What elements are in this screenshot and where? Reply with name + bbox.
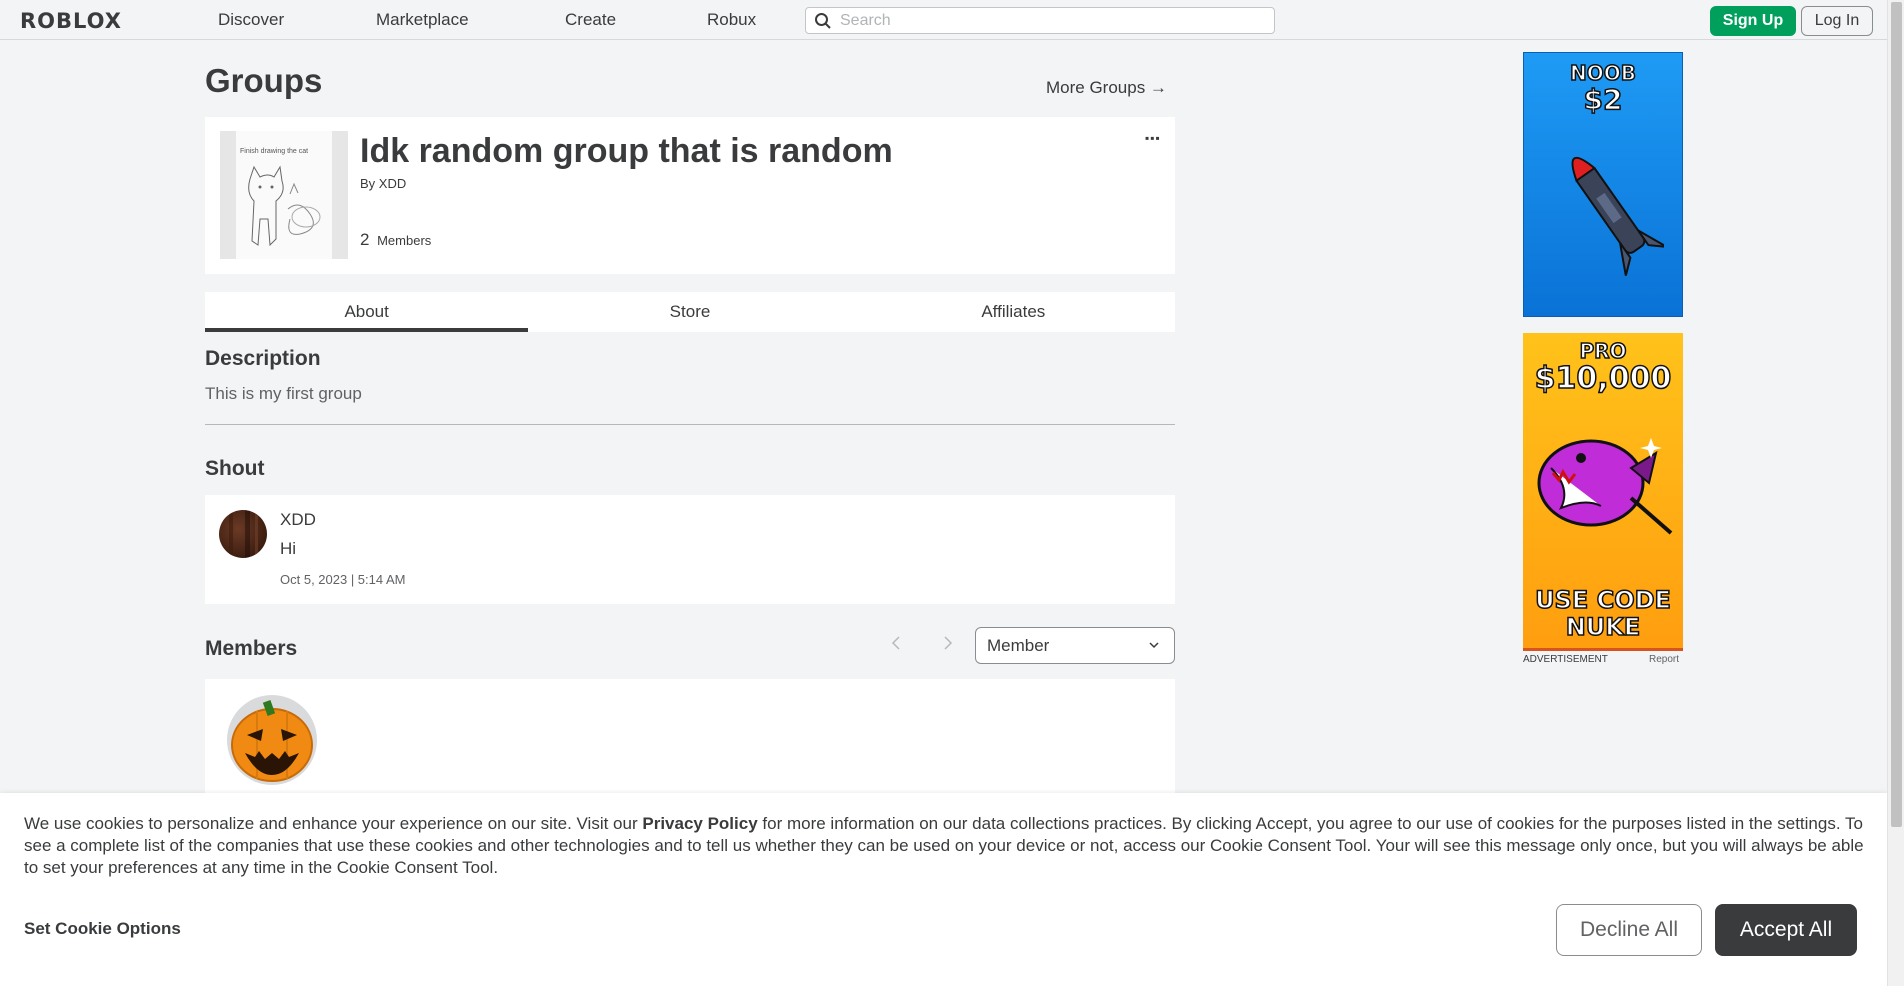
set-cookie-options-link[interactable]: Set Cookie Options [24, 919, 181, 939]
ad-report-link[interactable]: Report [1649, 654, 1679, 665]
cat-sketch-icon [248, 165, 321, 247]
shout-message: Hi [280, 539, 297, 558]
tab-affiliates[interactable]: Affiliates [852, 292, 1175, 332]
description-heading: Description [205, 347, 321, 370]
pumpkin-avatar-icon [231, 700, 313, 782]
shout-heading: Shout [205, 457, 265, 480]
description-text: This is my first group [205, 384, 362, 403]
sign-up-button[interactable]: Sign Up [1710, 6, 1796, 36]
page-title: Groups [205, 62, 323, 99]
group-tabs: About Store Affiliates [205, 292, 1175, 332]
cookie-message: We use cookies to personalize and enhanc… [24, 813, 1869, 879]
group-by-prefix: By [360, 176, 376, 191]
scrollbar-thumb[interactable] [1891, 2, 1902, 827]
search-input[interactable] [840, 11, 1260, 30]
accept-all-button[interactable]: Accept All [1715, 904, 1857, 956]
shout-username[interactable]: XDD [280, 510, 316, 530]
members-list [205, 679, 1175, 799]
ad2-price: $10,000 [1534, 360, 1672, 397]
search-box [805, 7, 1275, 34]
role-select-dropdown[interactable]: Member [975, 627, 1175, 664]
chevron-down-icon [1149, 642, 1159, 649]
search-icon [815, 12, 831, 29]
advertisement-noob[interactable]: NOOB $2 [1523, 52, 1683, 317]
ad2-code-line: USE CODE [1534, 585, 1671, 615]
chevron-left-icon [891, 636, 900, 650]
shout-card: XDD Hi Oct 5, 2023 | 5:14 AM [205, 495, 1175, 604]
more-options-icon[interactable]: ▪▪▪ [1145, 131, 1161, 145]
advertisement-label: ADVERTISEMENT [1523, 654, 1608, 665]
member-count-label: Members [377, 233, 432, 248]
advertisement-pro[interactable]: PRO $10,000 USE CODE NUKE [1523, 333, 1683, 651]
nav-create[interactable]: Create [565, 10, 616, 30]
group-emblem: Finish drawing the cat [220, 131, 348, 259]
cookie-consent-banner: We use cookies to personalize and enhanc… [0, 793, 1887, 986]
member-count-number: 2 [360, 230, 370, 249]
tab-about[interactable]: About [205, 292, 529, 332]
privacy-policy-link[interactable]: Privacy Policy [642, 814, 757, 833]
decline-all-button[interactable]: Decline All [1556, 904, 1702, 956]
members-next-page-button[interactable] [936, 631, 960, 655]
group-member-count: 2 Members [360, 230, 431, 250]
section-divider [205, 424, 1175, 425]
rocket-icon [1571, 156, 1664, 276]
shout-avatar[interactable] [219, 510, 267, 558]
more-groups-link[interactable]: More Groups → [1046, 78, 1167, 98]
roblox-logo[interactable]: ROBLOX [20, 9, 122, 33]
chevron-right-icon [944, 636, 953, 650]
log-in-button[interactable]: Log In [1801, 6, 1873, 36]
ad2-code: NUKE [1565, 612, 1641, 642]
ad1-price: $2 [1583, 82, 1623, 117]
ad2-title: PRO [1579, 338, 1628, 364]
group-name: Idk random group that is random [360, 132, 893, 170]
shark-missile-icon [1537, 438, 1673, 535]
nav-robux[interactable]: Robux [707, 10, 756, 30]
cookie-text-before: We use cookies to personalize and enhanc… [24, 814, 643, 833]
role-select-value: Member [987, 635, 1050, 655]
group-emblem-caption: Finish drawing the cat [240, 148, 309, 155]
tab-store[interactable]: Store [528, 292, 851, 332]
members-prev-page-button[interactable] [884, 631, 908, 655]
page-scrollbar[interactable] [1887, 0, 1904, 986]
shout-timestamp: Oct 5, 2023 | 5:14 AM [280, 572, 406, 587]
group-owner-link[interactable]: XDD [379, 176, 406, 191]
members-heading: Members [205, 637, 298, 660]
group-header-card: Finish drawing the cat Idk random group … [205, 117, 1175, 274]
nav-marketplace[interactable]: Marketplace [376, 10, 469, 30]
group-owner-line: By XDD [360, 176, 406, 191]
nav-discover[interactable]: Discover [218, 10, 284, 30]
member-avatar[interactable] [227, 695, 317, 785]
top-nav-bar: ROBLOX Discover Marketplace Create Robux… [0, 0, 1887, 40]
ad1-title: NOOB [1569, 60, 1637, 86]
